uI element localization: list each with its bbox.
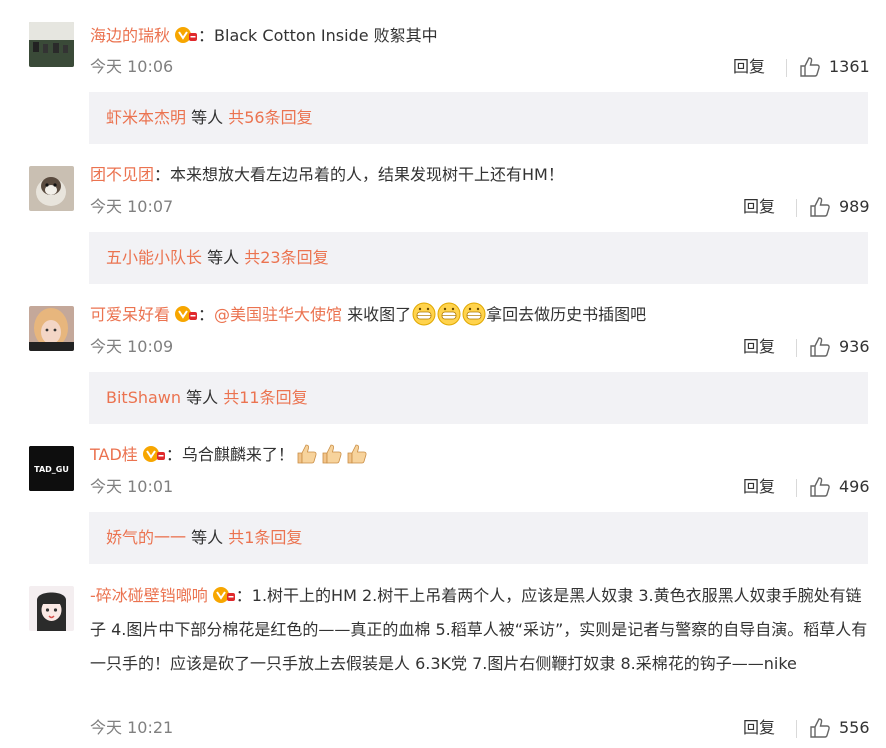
reply-etc: 等人: [186, 528, 229, 547]
comment-text: 团不见团：本来想放大看左边吊着的人，结果发现树干上还有HM！: [90, 159, 564, 191]
avatar[interactable]: TAD_GU: [29, 446, 74, 491]
reply-author[interactable]: 五小能小队长: [106, 248, 202, 267]
divider: [796, 199, 797, 217]
thumbs-up-icon[interactable]: [799, 56, 821, 78]
comment-body: 来收图了: [342, 305, 412, 324]
vip-badge-icon: [175, 306, 198, 322]
reply-etc: 等人: [186, 108, 229, 127]
reply-etc: 等人: [181, 388, 224, 407]
thumbs-up-icon[interactable]: [809, 336, 831, 358]
comment-time: 今天 10:21: [90, 718, 174, 737]
thumbs-up-icon[interactable]: [809, 717, 831, 739]
divider: [796, 479, 797, 497]
comment-colon: ：: [198, 305, 215, 324]
reply-summary[interactable]: BitShawn 等人 共11条回复: [89, 372, 868, 424]
divider: [786, 59, 787, 77]
comment-text: -碎冰碰壁铛啷响 ：1.树干上的HM 2.树干上吊着两个人，应该是黑人奴隶 3.黄…: [90, 579, 870, 681]
reply-count-link[interactable]: 共23条回复: [244, 248, 328, 267]
vip-badge-icon: [212, 587, 235, 603]
comment-body-tail: 拿回去做历史书插图吧: [486, 305, 647, 324]
like-count: 556: [839, 718, 870, 737]
username-link[interactable]: 可爱呆好看: [90, 305, 170, 324]
divider: [796, 720, 797, 738]
comment-text: 可爱呆好看 ：@美国驻华大使馆 来收图了 拿回去做历史书插图吧: [90, 299, 646, 331]
mention-link[interactable]: @美国驻华大使馆: [214, 305, 342, 324]
comment-time: 今天 10:09: [90, 337, 174, 356]
comment-body: ：乌合麒麟来了！: [165, 445, 294, 464]
avatar[interactable]: [29, 22, 74, 67]
thumbs-up-icon[interactable]: [809, 476, 831, 498]
like-count: 989: [839, 197, 870, 216]
reply-button[interactable]: 回复: [743, 716, 775, 740]
comment-text: 海边的瑞秋 ：Black Cotton Inside 败絮其中: [90, 20, 438, 52]
divider: [796, 339, 797, 357]
avatar-text: TAD_GU: [34, 465, 69, 474]
reply-etc: 等人: [202, 248, 245, 267]
username-link[interactable]: 团不见团: [90, 165, 154, 184]
thumbs-up-emoji-icon: [347, 444, 367, 464]
username-link[interactable]: -碎冰碰壁铛啷响: [90, 586, 208, 605]
reply-author[interactable]: 虾米本杰明: [106, 108, 186, 127]
reply-summary[interactable]: 五小能小队长 等人 共23条回复: [89, 232, 868, 284]
avatar[interactable]: [29, 166, 74, 211]
vip-badge-icon: [142, 446, 165, 462]
thumbs-up-emoji-icon: [297, 444, 317, 464]
comment-body: ：本来想放大看左边吊着的人，结果发现树干上还有HM！: [154, 165, 564, 184]
reply-summary[interactable]: 虾米本杰明 等人 共56条回复: [89, 92, 868, 144]
thumbs-up-emoji-icon: [322, 444, 342, 464]
like-count: 936: [839, 337, 870, 356]
avatar[interactable]: [29, 306, 74, 351]
like-count: 496: [839, 477, 870, 496]
reply-author[interactable]: 娇气的一一: [106, 528, 186, 547]
comment-time: 今天 10:07: [90, 197, 174, 216]
grin-emoji-icon: [462, 302, 486, 326]
reply-button[interactable]: 回复: [743, 195, 775, 219]
reply-summary[interactable]: 娇气的一一 等人 共1条回复: [89, 512, 868, 564]
like-count: 1361: [829, 57, 870, 76]
grin-emoji-icon: [437, 302, 461, 326]
comment-time: 今天 10:06: [90, 57, 174, 76]
comment-text: TAD桂 ：乌合麒麟来了！: [90, 439, 369, 471]
username-link[interactable]: 海边的瑞秋: [90, 26, 170, 45]
comment-time: 今天 10:01: [90, 477, 174, 496]
reply-author[interactable]: BitShawn: [106, 388, 181, 407]
vip-badge-icon: [175, 27, 198, 43]
thumbs-up-icon[interactable]: [809, 196, 831, 218]
grin-emoji-icon: [412, 302, 436, 326]
reply-count-link[interactable]: 共1条回复: [228, 528, 302, 547]
reply-count-link[interactable]: 共56条回复: [228, 108, 312, 127]
avatar[interactable]: [29, 586, 74, 631]
username-link[interactable]: TAD桂: [90, 445, 138, 464]
reply-button[interactable]: 回复: [733, 55, 765, 79]
reply-button[interactable]: 回复: [743, 475, 775, 499]
reply-count-link[interactable]: 共11条回复: [223, 388, 307, 407]
comment-body: ：Black Cotton Inside 败絮其中: [198, 26, 438, 45]
reply-button[interactable]: 回复: [743, 335, 775, 359]
